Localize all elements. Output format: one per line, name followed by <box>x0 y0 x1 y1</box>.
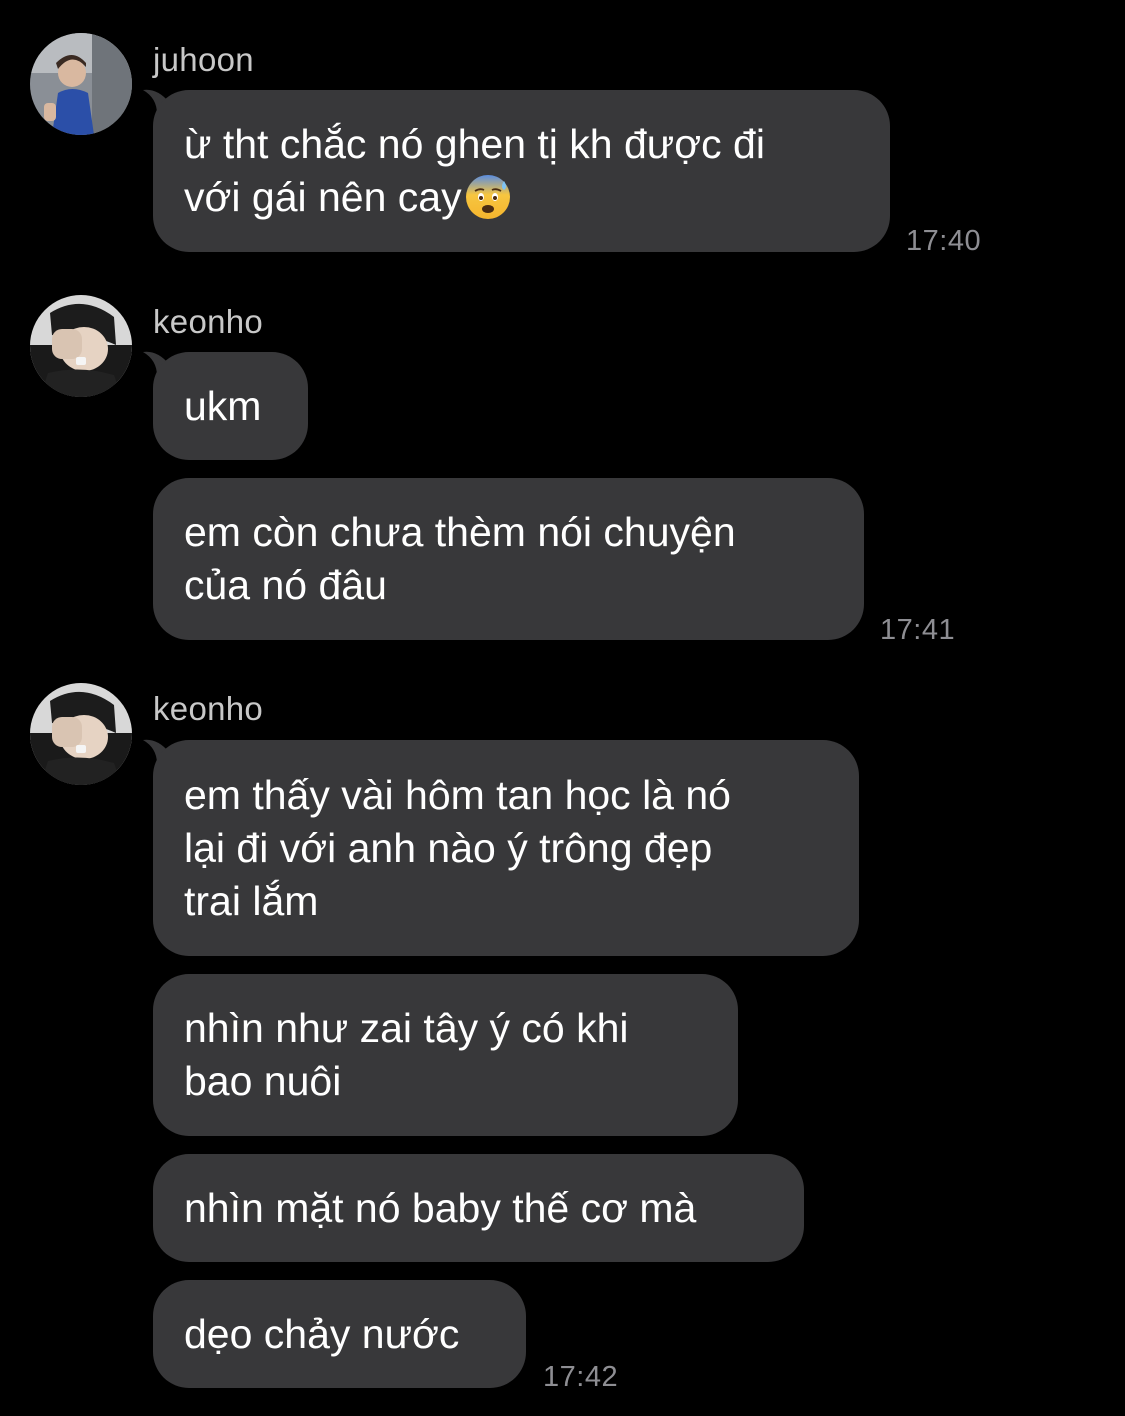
avatar-keonho[interactable] <box>30 295 132 397</box>
message-text: em thấy vài hôm tan học là nó lại đi với… <box>184 771 731 924</box>
message-bubble[interactable]: nhìn như zai tây ý có khi bao nuôi <box>153 974 738 1136</box>
timestamp: 17:40 <box>906 225 982 257</box>
message-text: nhìn như zai tây ý có khi bao nuôi <box>184 1005 629 1104</box>
message-bubble[interactable]: em thấy vài hôm tan học là nó lại đi với… <box>153 740 859 956</box>
profile-photo-icon <box>30 683 132 785</box>
message-bubble[interactable]: ừ tht chắc nó ghen tị kh được đi với gái… <box>153 90 890 252</box>
profile-photo-icon <box>30 295 132 397</box>
message-text: ukm <box>184 382 262 429</box>
sender-name: keonho <box>153 690 264 727</box>
message-bubble[interactable]: dẹo chảy nước <box>153 1280 526 1388</box>
message-bubble[interactable]: em còn chưa thèm nói chuyện của nó đâu <box>153 478 864 640</box>
profile-photo-icon <box>30 33 132 135</box>
sender-name: juhoon <box>153 41 254 78</box>
sender-name: keonho <box>153 303 264 340</box>
message-text: nhìn mặt nó baby thế cơ mà <box>184 1184 697 1231</box>
avatar-juhoon[interactable] <box>30 33 132 135</box>
message-text: em còn chưa thèm nói chuyện của nó đâu <box>184 509 736 608</box>
timestamp: 17:42 <box>543 1361 619 1393</box>
timestamp: 17:41 <box>880 614 956 646</box>
avatar-keonho[interactable] <box>30 683 132 785</box>
message-text: dẹo chảy nước <box>184 1310 460 1357</box>
anxious-face-with-sweat-icon <box>465 175 510 219</box>
message-bubble[interactable]: nhìn mặt nó baby thế cơ mà <box>153 1154 804 1262</box>
message-bubble[interactable]: ukm <box>153 352 308 460</box>
